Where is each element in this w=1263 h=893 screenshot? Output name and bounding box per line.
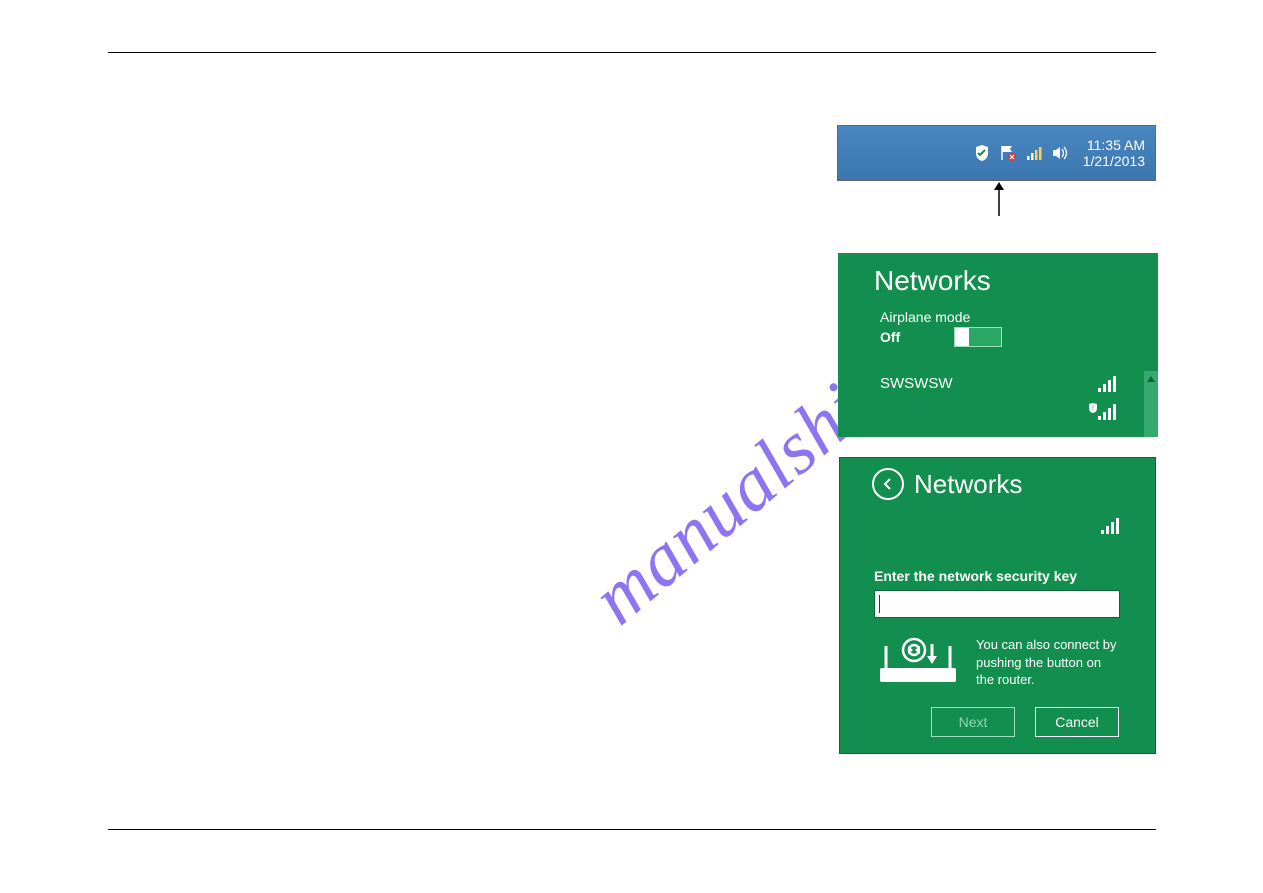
clock[interactable]: 11:35 AM 1/21/2013 — [1083, 137, 1145, 169]
callout-arrow-icon — [992, 182, 1006, 216]
airplane-mode-label: Airplane mode — [880, 309, 1158, 325]
network-name: SWSWSW — [880, 375, 953, 392]
tray-icons — [973, 144, 1069, 162]
panel-title: Networks — [838, 253, 1158, 303]
network-security-panel: Networks Enter the network security key … — [839, 457, 1156, 754]
router-icon — [876, 636, 960, 686]
security-key-input[interactable] — [874, 590, 1120, 618]
date-text: 1/21/2013 — [1083, 153, 1145, 169]
taskbar-tray: 11:35 AM 1/21/2013 — [837, 125, 1156, 181]
signal-icon — [1101, 518, 1119, 534]
airplane-mode-state: Off — [880, 329, 900, 345]
networks-panel: Networks Airplane mode Off SWSWSW ! — [838, 253, 1158, 437]
back-button[interactable] — [872, 468, 904, 500]
divider-top — [108, 52, 1156, 53]
action-center-icon[interactable] — [973, 144, 991, 162]
panel-title: Networks — [914, 469, 1022, 500]
volume-icon[interactable] — [1051, 144, 1069, 162]
wps-text: You can also connect by pushing the butt… — [976, 636, 1119, 689]
network-icon[interactable] — [1025, 144, 1043, 162]
scroll-up-button[interactable] — [1144, 371, 1158, 437]
secured-network-item[interactable]: ! — [838, 404, 1158, 425]
security-key-label: Enter the network security key — [840, 534, 1155, 590]
time-text: 11:35 AM — [1083, 137, 1145, 153]
next-button[interactable]: Next — [931, 707, 1015, 737]
network-item[interactable]: SWSWSW — [838, 375, 1158, 392]
signal-icon — [1098, 404, 1116, 420]
svg-text:!: ! — [1092, 405, 1094, 412]
cancel-button[interactable]: Cancel — [1035, 707, 1119, 737]
signal-icon — [1098, 376, 1116, 392]
airplane-mode-toggle[interactable] — [954, 327, 1002, 347]
divider-bottom — [108, 829, 1156, 830]
flag-icon[interactable] — [999, 144, 1017, 162]
secured-shield-icon: ! — [1088, 400, 1098, 410]
